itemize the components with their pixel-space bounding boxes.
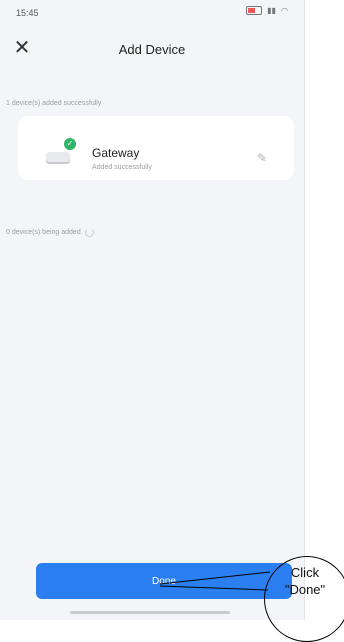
callout-line-1: Click	[290, 565, 320, 580]
callout-text: Click "Done"	[270, 564, 340, 598]
callout-line-2: "Done"	[284, 582, 326, 597]
callout-pointer	[159, 571, 271, 591]
